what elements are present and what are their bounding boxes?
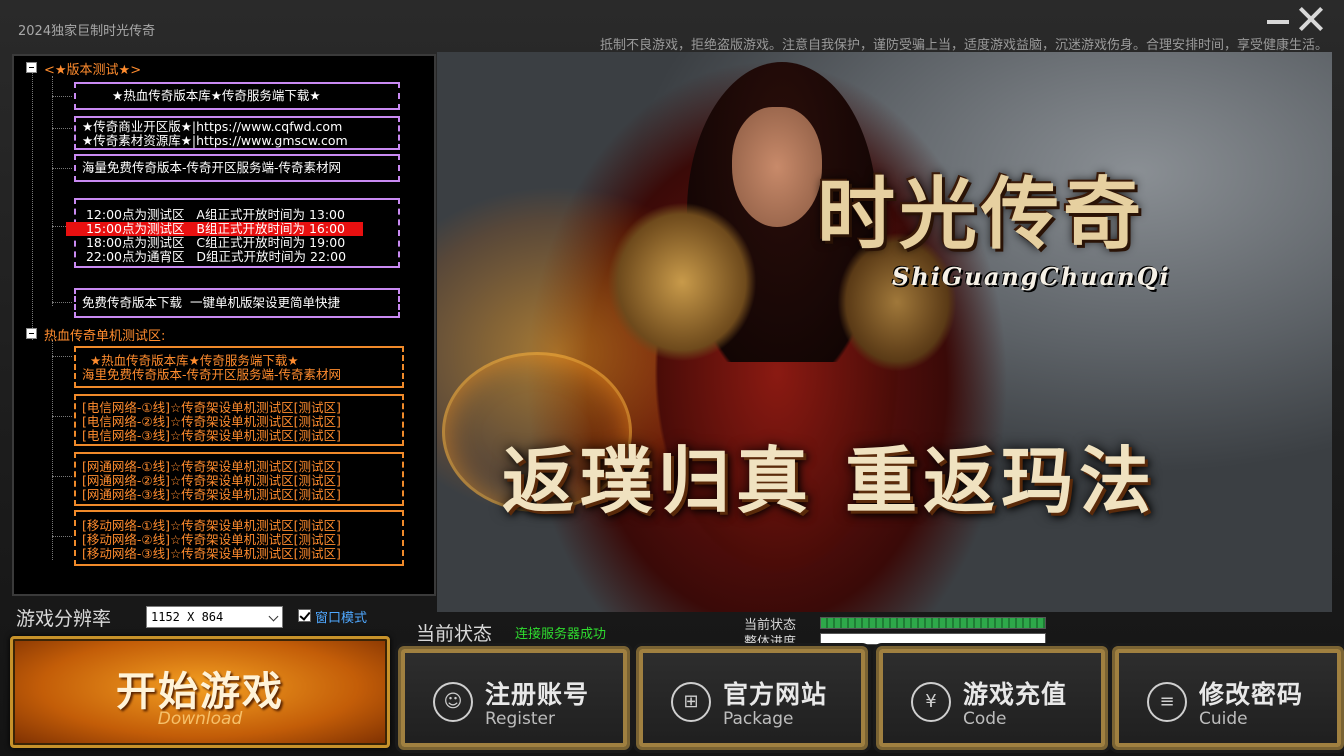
website-sublabel: Package (723, 709, 794, 729)
tree-item[interactable]: [网通网络-②线]☆传奇架设单机测试区[测试区] (82, 474, 341, 488)
tree-connector (52, 96, 72, 97)
chevron-down-icon (268, 611, 279, 622)
tree-box: 12:00点为测试区 A组正式开放时间为 13:00 15:00点为测试区 B组… (66, 198, 400, 268)
warrior-face-art (732, 107, 822, 227)
password-label: 修改密码 (1199, 680, 1304, 709)
tree-item[interactable]: 12:00点为测试区 A组正式开放时间为 13:00 (82, 208, 345, 222)
recharge-button[interactable]: ¥ 游戏充值 Code (876, 646, 1108, 750)
document-icon: ≡ (1147, 682, 1187, 722)
tree-item[interactable]: [电信网络-③线]☆传奇架设单机测试区[测试区] (82, 429, 341, 443)
tree-item[interactable]: [网通网络-③线]☆传奇架设单机测试区[测试区] (82, 488, 341, 502)
tree-box: ★传奇商业开区版★|https://www.cqfwd.com ★传奇素材资源库… (74, 116, 400, 150)
tree-item[interactable]: [网通网络-①线]☆传奇架设单机测试区[测试区] (82, 460, 341, 474)
hero-banner: 时光传奇 ShiGuangChuanQi 返璞归真 重返玛法 (437, 52, 1332, 612)
gift-icon: ⊞ (671, 682, 711, 722)
tree-connector (32, 72, 33, 340)
tree-box: [电信网络-①线]☆传奇架设单机测试区[测试区] [电信网络-②线]☆传奇架设单… (74, 394, 404, 446)
tree-item[interactable]: 海量免费传奇版本-传奇开区服务端-传奇素材网 (82, 161, 341, 175)
tree-item[interactable]: ★传奇素材资源库★|https://www.gmscw.com (82, 134, 348, 148)
tree-connector (52, 128, 72, 129)
tree-group-version-test[interactable]: <★版本测试★> (44, 59, 141, 78)
tree-item[interactable]: 海里免费传奇版本-传奇开区服务端-传奇素材网 (82, 368, 341, 382)
collapse-toggle-icon[interactable] (26, 328, 37, 339)
tree-connector (52, 416, 72, 417)
tree-connector (52, 356, 72, 357)
tree-connector (52, 476, 72, 477)
current-progress-fill (821, 618, 1045, 628)
tree-item-selected[interactable]: 15:00点为测试区 B组正式开放时间为 16:00 (66, 222, 363, 236)
yuan-icon: ¥ (911, 682, 951, 722)
current-progress-bar (820, 617, 1046, 629)
title-bar[interactable]: 2024独家巨制时光传奇 抵制不良游戏，拒绝盗版游戏。注意自我保护，谨防受骗上当… (0, 0, 1344, 53)
recharge-sublabel: Code (963, 709, 1007, 729)
resolution-select[interactable]: 1152 X 864 (146, 606, 283, 628)
register-button[interactable]: ☺ 注册账号 Register (398, 646, 630, 750)
game-logo-pinyin: ShiGuangChuanQi (892, 262, 1171, 291)
tree-box: 海量免费传奇版本-传奇开区服务端-传奇素材网 (74, 154, 400, 182)
window-mode-label[interactable]: 窗口模式 (315, 607, 367, 626)
resolution-label: 游戏分辨率 (16, 608, 112, 630)
window-title: 2024独家巨制时光传奇 (18, 24, 156, 39)
overall-progress-bar (820, 633, 1046, 645)
tree-item[interactable]: 18:00点为测试区 C组正式开放时间为 19:00 (82, 236, 345, 250)
tree-item[interactable]: [电信网络-②线]☆传奇架设单机测试区[测试区] (82, 415, 341, 429)
tree-item[interactable]: [移动网络-②线]☆传奇架设单机测试区[测试区] (82, 533, 341, 547)
start-game-sublabel: Download (157, 709, 243, 729)
tree-item[interactable]: ★热血传奇版本库★传奇服务端下载★ (82, 354, 299, 368)
game-slogan: 返璞归真 重返玛法 (502, 438, 1158, 523)
minimize-icon[interactable] (1265, 8, 1291, 30)
launcher-window: 2024独家巨制时光传奇 抵制不良游戏，拒绝盗版游戏。注意自我保护，谨防受骗上当… (0, 0, 1344, 756)
game-logo: 时光传奇 (817, 169, 1146, 260)
tree-item[interactable]: [移动网络-③线]☆传奇架设单机测试区[测试区] (82, 547, 341, 561)
tree-item[interactable]: ★热血传奇版本库★传奇服务端下载★ (112, 89, 321, 103)
tree-item[interactable]: 22:00点为通宵区 D组正式开放时间为 22:00 (82, 250, 346, 264)
warrior-armor-art (607, 202, 757, 362)
resolution-value: 1152 X 864 (151, 610, 224, 624)
tree-box: [移动网络-①线]☆传奇架设单机测试区[测试区] [移动网络-②线]☆传奇架设单… (74, 510, 404, 566)
tree-item[interactable]: [电信网络-①线]☆传奇架设单机测试区[测试区] (82, 401, 341, 415)
register-label: 注册账号 (485, 680, 590, 709)
tree-connector (52, 302, 72, 303)
status-value: 连接服务器成功 (515, 627, 607, 642)
change-password-button[interactable]: ≡ 修改密码 Cuide (1112, 646, 1344, 750)
server-tree[interactable]: <★版本测试★> ★热血传奇版本库★传奇服务端下载★ ★传奇商业开区版★|htt… (12, 54, 436, 596)
user-icon: ☺ (433, 682, 473, 722)
register-sublabel: Register (485, 709, 555, 729)
tree-group-standalone-test[interactable]: 热血传奇单机测试区: (44, 325, 165, 344)
start-game-button[interactable]: 开始游戏 Download (10, 636, 390, 748)
health-notice: 抵制不良游戏，拒绝盗版游戏。注意自我保护，谨防受骗上当，适度游戏益脑，沉迷游戏伤… (599, 38, 1328, 53)
website-label: 官方网站 (723, 680, 828, 709)
tree-connector (52, 76, 53, 306)
tree-item[interactable]: [移动网络-①线]☆传奇架设单机测试区[测试区] (82, 519, 341, 533)
tree-box: ★热血传奇版本库★传奇服务端下载★ (74, 82, 400, 110)
tree-box: 免费传奇版本下载 一键单机版架设更简单快捷 (74, 288, 400, 318)
tree-box: ★热血传奇版本库★传奇服务端下载★ 海里免费传奇版本-传奇开区服务端-传奇素材网 (74, 346, 404, 388)
tree-connector (52, 340, 53, 560)
password-sublabel: Cuide (1199, 709, 1248, 729)
recharge-label: 游戏充值 (963, 680, 1068, 709)
window-mode-checkbox[interactable] (298, 609, 311, 622)
tree-connector (52, 168, 72, 169)
tree-box: [网通网络-①线]☆传奇架设单机测试区[测试区] [网通网络-②线]☆传奇架设单… (74, 452, 404, 506)
collapse-toggle-icon[interactable] (26, 62, 37, 73)
tree-connector (52, 536, 72, 537)
tree-item[interactable]: ★传奇商业开区版★|https://www.cqfwd.com (82, 120, 342, 134)
official-website-button[interactable]: ⊞ 官方网站 Package (636, 646, 868, 750)
tree-item[interactable]: 免费传奇版本下载 一键单机版架设更简单快捷 (82, 296, 340, 310)
close-icon[interactable] (1298, 6, 1324, 32)
status-label: 当前状态 (416, 623, 493, 645)
